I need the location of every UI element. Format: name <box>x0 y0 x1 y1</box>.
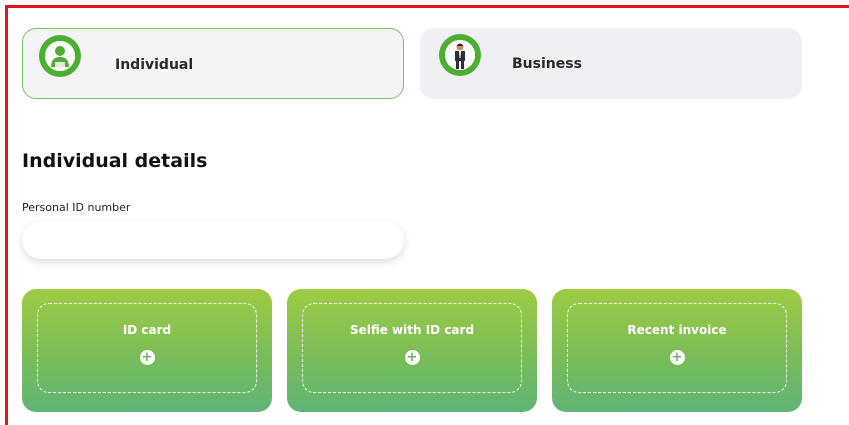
individual-type-card[interactable]: Individual <box>22 28 404 99</box>
individual-type-label: Individual <box>115 57 194 73</box>
businessman-avatar-icon <box>439 34 481 76</box>
dropzone-border <box>567 303 787 393</box>
dropzone-border <box>37 303 257 393</box>
dropzone-border <box>302 303 522 393</box>
upload-label: ID card <box>122 323 172 337</box>
recent-invoice-upload[interactable]: Recent invoice + <box>552 289 802 412</box>
upload-label: Selfie with ID card <box>349 323 475 337</box>
plus-icon[interactable]: + <box>669 350 685 365</box>
upload-label: Recent invoice <box>627 323 727 337</box>
section-title: Individual details <box>22 150 208 172</box>
plus-icon[interactable]: + <box>139 350 155 365</box>
business-type-label: Business <box>512 56 582 72</box>
personal-id-label: Personal ID number <box>22 201 131 214</box>
selfie-with-id-card-upload[interactable]: Selfie with ID card + <box>287 289 537 412</box>
business-type-card[interactable]: Business <box>420 28 802 99</box>
individual-avatar-icon <box>39 35 81 77</box>
personal-id-input[interactable] <box>22 221 404 259</box>
id-card-upload[interactable]: ID card + <box>22 289 272 412</box>
plus-icon[interactable]: + <box>404 350 420 365</box>
